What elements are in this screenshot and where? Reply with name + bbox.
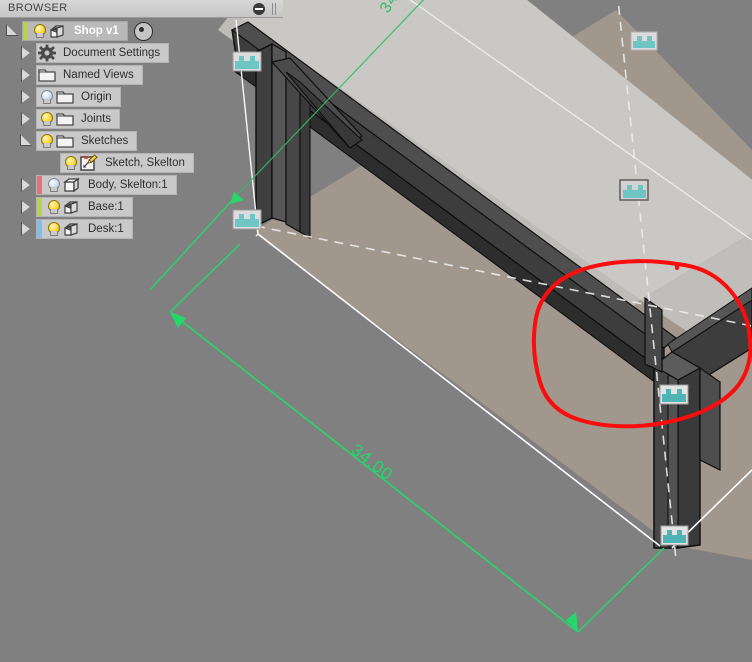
no-arrow-spacer [40, 152, 60, 174]
minimize-icon[interactable] [253, 3, 265, 15]
application-window: 34.00 34.00 [0, 0, 752, 662]
lightbulb-on-icon[interactable] [61, 154, 79, 172]
tree-row-body[interactable]: Sketches [36, 131, 138, 151]
component-color-bar [37, 176, 42, 194]
tree-row[interactable]: Sketches [0, 130, 283, 152]
tree-row-body[interactable]: Shop v1 [22, 21, 128, 41]
tree-item-label: Named Views [63, 69, 134, 81]
lightbulb-off-icon[interactable] [37, 88, 55, 106]
expand-arrow-icon[interactable] [16, 196, 36, 218]
browser-title: BROWSER [8, 2, 68, 14]
corner-post-stub [644, 296, 663, 373]
tree-row[interactable]: Document Settings [0, 42, 283, 64]
expand-arrow-icon[interactable] [16, 174, 36, 196]
folder-icon [55, 132, 75, 150]
joint-marker-4[interactable] [619, 179, 649, 201]
tree-row-body[interactable]: Document Settings [36, 43, 170, 63]
tree-row-body[interactable]: Base:1 [36, 197, 133, 217]
tree-item-label: Document Settings [63, 47, 161, 59]
tree-row-body[interactable]: Sketch, Skelton [60, 153, 194, 173]
expand-arrow-icon[interactable] [16, 86, 36, 108]
tree-item-label: Base:1 [88, 201, 124, 213]
right-leg-side-flange [699, 366, 721, 471]
lightbulb-on-icon[interactable] [37, 110, 55, 128]
expand-arrow-icon[interactable] [16, 218, 36, 240]
tree-row-body[interactable]: Named Views [36, 65, 143, 85]
lightbulb-on-icon[interactable] [44, 220, 62, 238]
expand-arrow-icon[interactable] [16, 42, 36, 64]
grip-handle-icon[interactable] [271, 3, 277, 15]
component-icon [48, 22, 68, 40]
tree-item-label: Joints [81, 113, 112, 125]
component-color-bar [23, 22, 28, 40]
component-color-bar [37, 198, 42, 216]
collapse-arrow-icon[interactable] [2, 20, 22, 42]
component-icon [62, 220, 82, 238]
tree-row[interactable]: Named Views [0, 64, 283, 86]
tree-item-label: Desk:1 [88, 223, 124, 235]
left-leg-third [299, 85, 311, 239]
tree-row-body[interactable]: Origin [36, 87, 121, 107]
tree-row-body[interactable]: Joints [36, 109, 121, 129]
collapse-arrow-icon[interactable] [16, 130, 36, 152]
expand-arrow-icon[interactable] [16, 64, 36, 86]
tree-item-label: Origin [81, 91, 112, 103]
tree-item-label: Sketch, Skelton [105, 157, 185, 169]
left-leg-second [285, 72, 301, 234]
folder-icon [55, 88, 75, 106]
expand-arrow-icon[interactable] [16, 108, 36, 130]
tree-row-body[interactable]: Body, Skelton:1 [36, 175, 177, 195]
joint-marker-5[interactable] [659, 384, 689, 405]
tree-row[interactable]: Joints [0, 108, 283, 130]
folder-icon [55, 110, 75, 128]
tree-item-label: Sketches [81, 135, 129, 147]
gear-icon [37, 44, 57, 62]
tree-row[interactable]: Sketch, Skelton [0, 152, 283, 174]
component-color-bar [37, 220, 42, 238]
joint-marker-6[interactable] [660, 525, 689, 546]
component-icon [62, 198, 82, 216]
joint-marker-3[interactable] [630, 31, 658, 51]
tree-item-label: Body, Skelton:1 [88, 179, 168, 191]
lightbulb-off-icon[interactable] [44, 176, 62, 194]
tree-item-label: Shop v1 [74, 25, 119, 37]
tree-row-body[interactable]: Desk:1 [36, 219, 133, 239]
tree-row[interactable]: Origin [0, 86, 283, 108]
tree-row[interactable]: Desk:1 [0, 218, 283, 240]
browser-panel-header: BROWSER [0, 0, 283, 18]
body-icon [62, 176, 82, 194]
capture-position-icon[interactable] [133, 21, 153, 41]
tree-row[interactable]: Body, Skelton:1 [0, 174, 283, 196]
lightbulb-on-icon[interactable] [37, 132, 55, 150]
tree-row[interactable]: Base:1 [0, 196, 283, 218]
tree-row[interactable]: Shop v1 [0, 20, 283, 42]
browser-tree: Shop v1 Document Settings Named Views Or… [0, 20, 283, 240]
sketch-icon [79, 154, 99, 172]
lightbulb-on-icon[interactable] [44, 198, 62, 216]
folder-icon [37, 66, 57, 84]
lightbulb-on-icon[interactable] [30, 22, 48, 40]
